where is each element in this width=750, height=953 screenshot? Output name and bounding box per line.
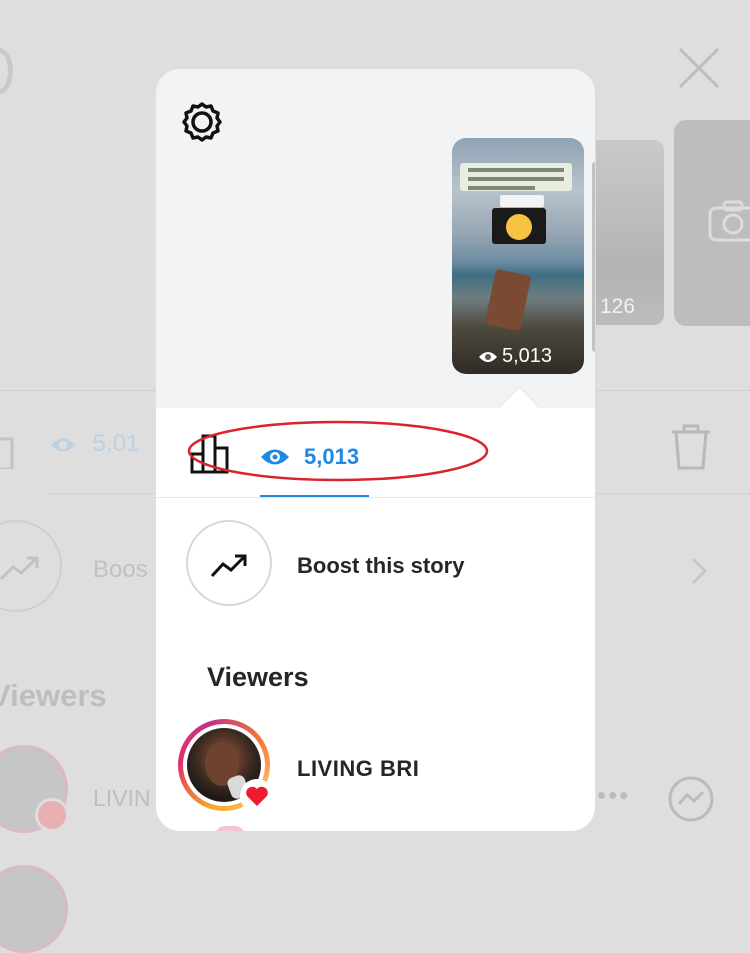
emoji-icon <box>506 214 532 240</box>
views-tab[interactable]: 5,01 <box>50 430 139 458</box>
viewer-name[interactable]: LIVIN <box>93 785 151 812</box>
story-emoji-sticker <box>492 208 546 244</box>
messenger-icon[interactable] <box>667 775 715 823</box>
viewer-row[interactable]: LIVING BRI <box>178 719 578 813</box>
boost-button[interactable] <box>186 520 272 606</box>
avatar[interactable] <box>0 865 68 953</box>
trash-icon[interactable] <box>670 424 712 470</box>
story-insights-popup: 5,013 5,013 Boost this story Viewers LIV… <box>156 69 595 831</box>
story-preview-area: 5,013 <box>156 69 595 408</box>
more-options-icon[interactable]: ••• <box>597 780 630 811</box>
eye-icon <box>51 438 75 452</box>
viewer-name[interactable]: LIVING BRI <box>297 756 419 782</box>
chevron-right-icon[interactable] <box>690 557 708 585</box>
close-icon[interactable] <box>676 45 722 91</box>
boost-label: Boos <box>93 556 148 583</box>
story-view-count: 5,013 <box>478 345 552 368</box>
camera-icon <box>708 200 750 242</box>
insights-tabs: 5,013 <box>156 408 595 498</box>
story-thumbnail-previous[interactable]: 126 <box>596 140 664 325</box>
story-thumbnail-next[interactable] <box>592 162 595 352</box>
heart-icon <box>246 786 268 806</box>
avatar[interactable] <box>0 745 69 833</box>
boost-label: Boost this story <box>297 553 465 578</box>
tab-views[interactable]: 5,013 <box>260 444 359 470</box>
insights-bar-chart-icon[interactable] <box>190 432 230 474</box>
viewers-heading: Viewers <box>207 662 309 692</box>
views-count: 5,01 <box>92 430 140 457</box>
add-story-thumbnail[interactable] <box>674 120 750 326</box>
story-view-count: 126 <box>600 295 636 318</box>
viewers-heading: Viewers <box>0 678 107 713</box>
eye-icon <box>479 351 497 362</box>
views-count: 5,013 <box>304 444 360 469</box>
divider <box>156 497 595 498</box>
heart-icon <box>35 798 69 832</box>
trending-up-icon <box>210 554 247 578</box>
settings-icon <box>0 48 13 94</box>
reaction-badge <box>240 779 274 813</box>
settings-icon[interactable] <box>180 100 224 144</box>
story-thumbnail[interactable]: 5,013 <box>452 138 584 374</box>
avatar[interactable] <box>215 826 245 831</box>
story-caption-sticker <box>460 163 572 191</box>
eye-icon <box>261 449 289 465</box>
story-text-sticker <box>500 195 544 207</box>
boost-story-row[interactable]: Boost this story <box>186 520 576 610</box>
trending-up-icon <box>0 556 39 581</box>
story-photo-object <box>484 268 532 332</box>
insights-icon[interactable] <box>0 425 14 469</box>
